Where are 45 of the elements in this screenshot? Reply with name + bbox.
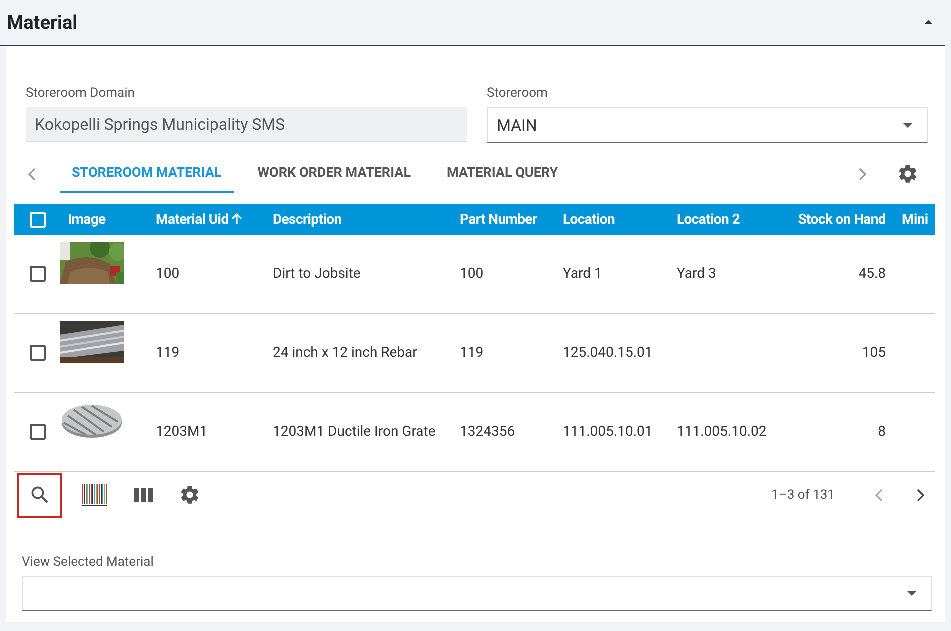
table-cell: 119 (460, 345, 484, 361)
search-button[interactable] (17, 472, 62, 518)
table-cell: 1203M1 (156, 424, 208, 440)
table-cell: 119 (156, 345, 180, 361)
chevron-right-icon[interactable] (917, 488, 925, 502)
table-cell: Dirt to Jobsite (273, 266, 361, 282)
table-cell: 111.005.10.01 (563, 424, 653, 440)
settings-icon[interactable] (179, 484, 201, 506)
dropdown-caret-icon (907, 591, 917, 596)
barcode-icon (82, 484, 108, 506)
row-checkbox[interactable] (30, 345, 46, 361)
view-selected-select[interactable] (22, 576, 932, 611)
settings-icon[interactable] (897, 163, 919, 185)
readonly-field: Kokopelli Springs Municipality SMS (26, 107, 467, 142)
table-cell: 24 inch x 12 inch Rebar (273, 345, 418, 361)
search-icon (30, 486, 48, 504)
field-label: View Selected Material (22, 555, 155, 570)
table-cell: 125.040.15.01 (563, 345, 653, 361)
table-cell: Yard 3 (677, 266, 716, 282)
table-cell: 100 (156, 266, 180, 282)
table-cell: 1324356 (460, 424, 516, 440)
table-cell: 105 (862, 345, 886, 361)
table-cell: 45.8 (858, 266, 886, 282)
select-all-checkbox[interactable] (30, 212, 46, 228)
table-cell: Yard 1 (563, 266, 602, 282)
storeroom-select[interactable]: MAIN (487, 107, 928, 143)
table-cell: 1203M1 Ductile Iron Grate (273, 424, 436, 440)
field-label: Storeroom Domain (26, 86, 136, 101)
tab-scroll-right-icon[interactable] (859, 168, 867, 180)
panel-title: Material (7, 11, 78, 34)
field-label: Storeroom (487, 86, 549, 101)
tab[interactable]: WORK ORDER MATERIAL (246, 155, 424, 193)
tab[interactable]: STOREROOM MATERIAL (60, 155, 234, 193)
collapse-button[interactable]: ⏶ (924, 16, 933, 28)
row-checkbox[interactable] (30, 424, 46, 440)
table-cell: 100 (460, 266, 484, 282)
tab-scroll-left-icon[interactable] (28, 168, 36, 180)
table-cell: 8 (878, 424, 886, 440)
tab[interactable]: MATERIAL QUERY (435, 155, 570, 193)
table-cell: 111.005.10.02 (677, 424, 767, 440)
page-range: 1–3 of 131 (772, 488, 835, 502)
dropdown-caret-icon (903, 122, 913, 128)
columns-icon (134, 488, 154, 502)
row-checkbox[interactable] (30, 266, 46, 282)
column-header[interactable]: Description (273, 212, 342, 228)
